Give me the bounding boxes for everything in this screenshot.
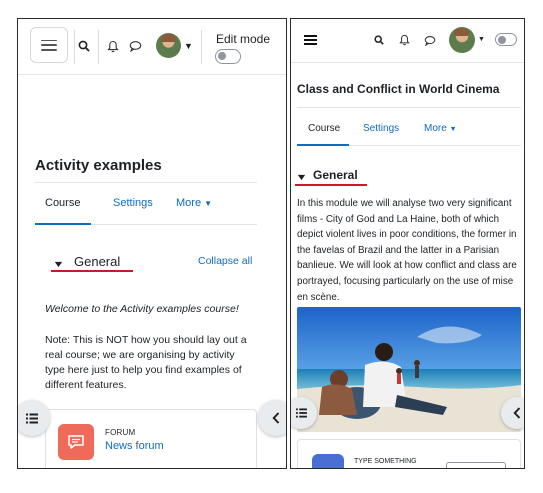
messages-button[interactable] <box>423 34 436 46</box>
user-avatar[interactable] <box>449 27 475 53</box>
collapse-chevron-icon[interactable]: ▼ <box>52 259 64 269</box>
menu-button[interactable] <box>30 27 68 63</box>
hamburger-icon <box>41 39 57 51</box>
divider <box>297 107 521 108</box>
activity-action-button[interactable] <box>446 462 506 468</box>
course-image <box>297 307 521 432</box>
section-title[interactable]: General <box>74 254 120 269</box>
search-icon <box>78 40 90 52</box>
notifications-button[interactable] <box>398 33 410 46</box>
chevron-down-icon[interactable]: ▼ <box>478 36 485 43</box>
activity-type: FORUM <box>105 428 136 437</box>
chevron-down-icon[interactable]: ▼ <box>184 41 193 51</box>
top-navbar: ▼ <box>291 19 524 63</box>
activity-card[interactable]: FORUM News forum <box>45 409 257 468</box>
chevron-left-icon <box>513 407 521 419</box>
secondary-navigation: Course Settings More ▼ <box>35 191 257 225</box>
tab-more[interactable]: More ▼ <box>176 197 212 209</box>
bell-icon <box>107 40 119 52</box>
user-avatar[interactable] <box>156 33 181 58</box>
section-title[interactable]: General <box>313 168 358 182</box>
tab-settings[interactable]: Settings <box>363 123 399 134</box>
activity-link[interactable]: News forum <box>105 440 164 452</box>
tab-settings[interactable]: Settings <box>113 197 153 209</box>
edit-mode-toggle[interactable] <box>215 49 241 64</box>
chevron-left-icon <box>272 412 280 424</box>
navbar-divider <box>98 30 99 64</box>
notifications-button[interactable] <box>106 39 120 53</box>
hamburger-icon <box>303 35 317 45</box>
page-title: Activity examples <box>35 157 162 174</box>
section-summary: In this module we will analyse two very … <box>297 198 517 303</box>
chat-icon <box>424 35 435 46</box>
forum-icon <box>58 424 94 460</box>
secondary-navigation: Course Settings More ▼ <box>297 116 521 146</box>
navbar-divider <box>201 30 202 64</box>
tab-more-label: More <box>176 197 202 209</box>
messages-button[interactable] <box>128 39 142 53</box>
page-title: Class and Conflict in World Cinema <box>297 82 500 96</box>
divider <box>35 182 257 183</box>
note-text: Note: This is NOT how you should lay out… <box>45 334 247 391</box>
top-navbar: ▼ Edit mode <box>18 19 286 75</box>
chevron-down-icon: ▼ <box>449 126 457 133</box>
tab-more-label: More <box>424 123 447 134</box>
edit-mode-label: Edit mode <box>216 32 271 46</box>
block-drawer-button[interactable] <box>258 400 286 436</box>
section-title-underline <box>295 184 367 186</box>
search-button[interactable] <box>373 34 385 46</box>
section-title-underline <box>51 270 133 272</box>
collapse-all-link[interactable]: Collapse all <box>198 255 252 267</box>
list-icon <box>26 413 38 423</box>
tab-course[interactable]: Course <box>308 123 340 134</box>
block-drawer-button[interactable] <box>501 397 524 429</box>
collapse-chevron-icon[interactable]: ▼ <box>295 172 307 182</box>
active-tab-indicator <box>297 144 349 146</box>
activity-type: TYPE SOMETHING <box>354 458 417 465</box>
welcome-text: Welcome to the Activity examples course! <box>45 303 239 315</box>
search-button[interactable] <box>77 39 91 53</box>
search-icon <box>374 35 384 45</box>
chat-icon <box>129 41 141 52</box>
right-course-view: ▼ Class and Conflict in World Cinema Cou… <box>290 18 525 469</box>
active-tab-indicator <box>35 223 91 225</box>
list-icon <box>295 408 307 418</box>
tab-more[interactable]: More ▼ <box>424 123 457 134</box>
edit-mode-toggle[interactable] <box>495 33 517 46</box>
activity-card[interactable]: TYPE SOMETHING <box>297 439 521 468</box>
chevron-down-icon: ▼ <box>204 199 213 208</box>
navbar-divider <box>74 30 75 64</box>
left-course-view: ▼ Edit mode Activity examples Course Set… <box>17 18 287 469</box>
bell-icon <box>398 34 410 45</box>
menu-button[interactable] <box>303 34 317 46</box>
tab-course[interactable]: Course <box>45 197 80 209</box>
assignment-icon <box>312 454 344 468</box>
